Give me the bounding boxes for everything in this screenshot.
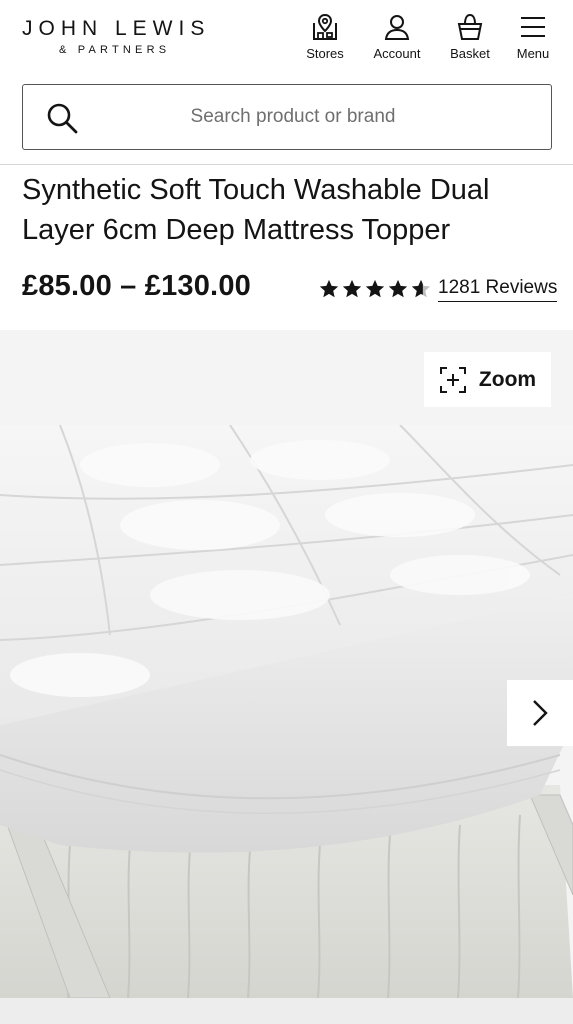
product-image-gallery[interactable]: Zoom [0,330,573,998]
nav-stores[interactable]: Stores [302,12,348,61]
chevron-right-icon [533,700,548,726]
nav-account-label: Account [373,46,421,61]
nav-basket[interactable]: Basket [447,12,493,61]
product-title: Synthetic Soft Touch Washable Dual Layer… [22,174,490,246]
site-header: JOHN LEWIS & PARTNERS Stores Account Bas… [0,0,573,74]
basket-icon [457,13,483,40]
nav-basket-label: Basket [450,46,490,61]
product-rating: 1281 Reviews [318,275,558,303]
star-full-icon [388,279,408,298]
nav-menu-label: Menu [516,46,550,61]
star-full-icon [342,279,362,298]
zoom-label: Zoom [478,367,537,391]
gallery-next-button[interactable] [507,680,573,746]
star-rating [318,278,432,300]
search-input[interactable] [103,85,483,149]
logo-sub-text: & PARTNERS [59,44,171,56]
search-icon[interactable] [45,101,79,135]
star-full-icon [365,279,385,298]
product-price: £85.00 – £130.00 [22,270,251,302]
nav-account[interactable]: Account [368,12,426,61]
zoom-button[interactable]: Zoom [424,352,551,407]
user-icon [384,15,410,40]
bottom-strip [0,998,573,1024]
product-image-mattress-topper [0,425,573,998]
reviews-link[interactable]: 1281 Reviews [438,277,558,302]
logo-main-text: JOHN LEWIS [22,17,211,40]
hamburger-icon [521,17,545,37]
search-bar[interactable] [22,84,552,150]
star-half-icon [411,279,431,298]
zoom-expand-icon [439,366,466,393]
nav-menu[interactable]: Menu [511,12,555,61]
store-pin-icon [313,13,337,40]
star-full-icon [319,279,339,298]
nav-stores-label: Stores [306,46,344,61]
john-lewis-logo[interactable]: JOHN LEWIS & PARTNERS [22,17,212,57]
header-divider [0,164,573,165]
